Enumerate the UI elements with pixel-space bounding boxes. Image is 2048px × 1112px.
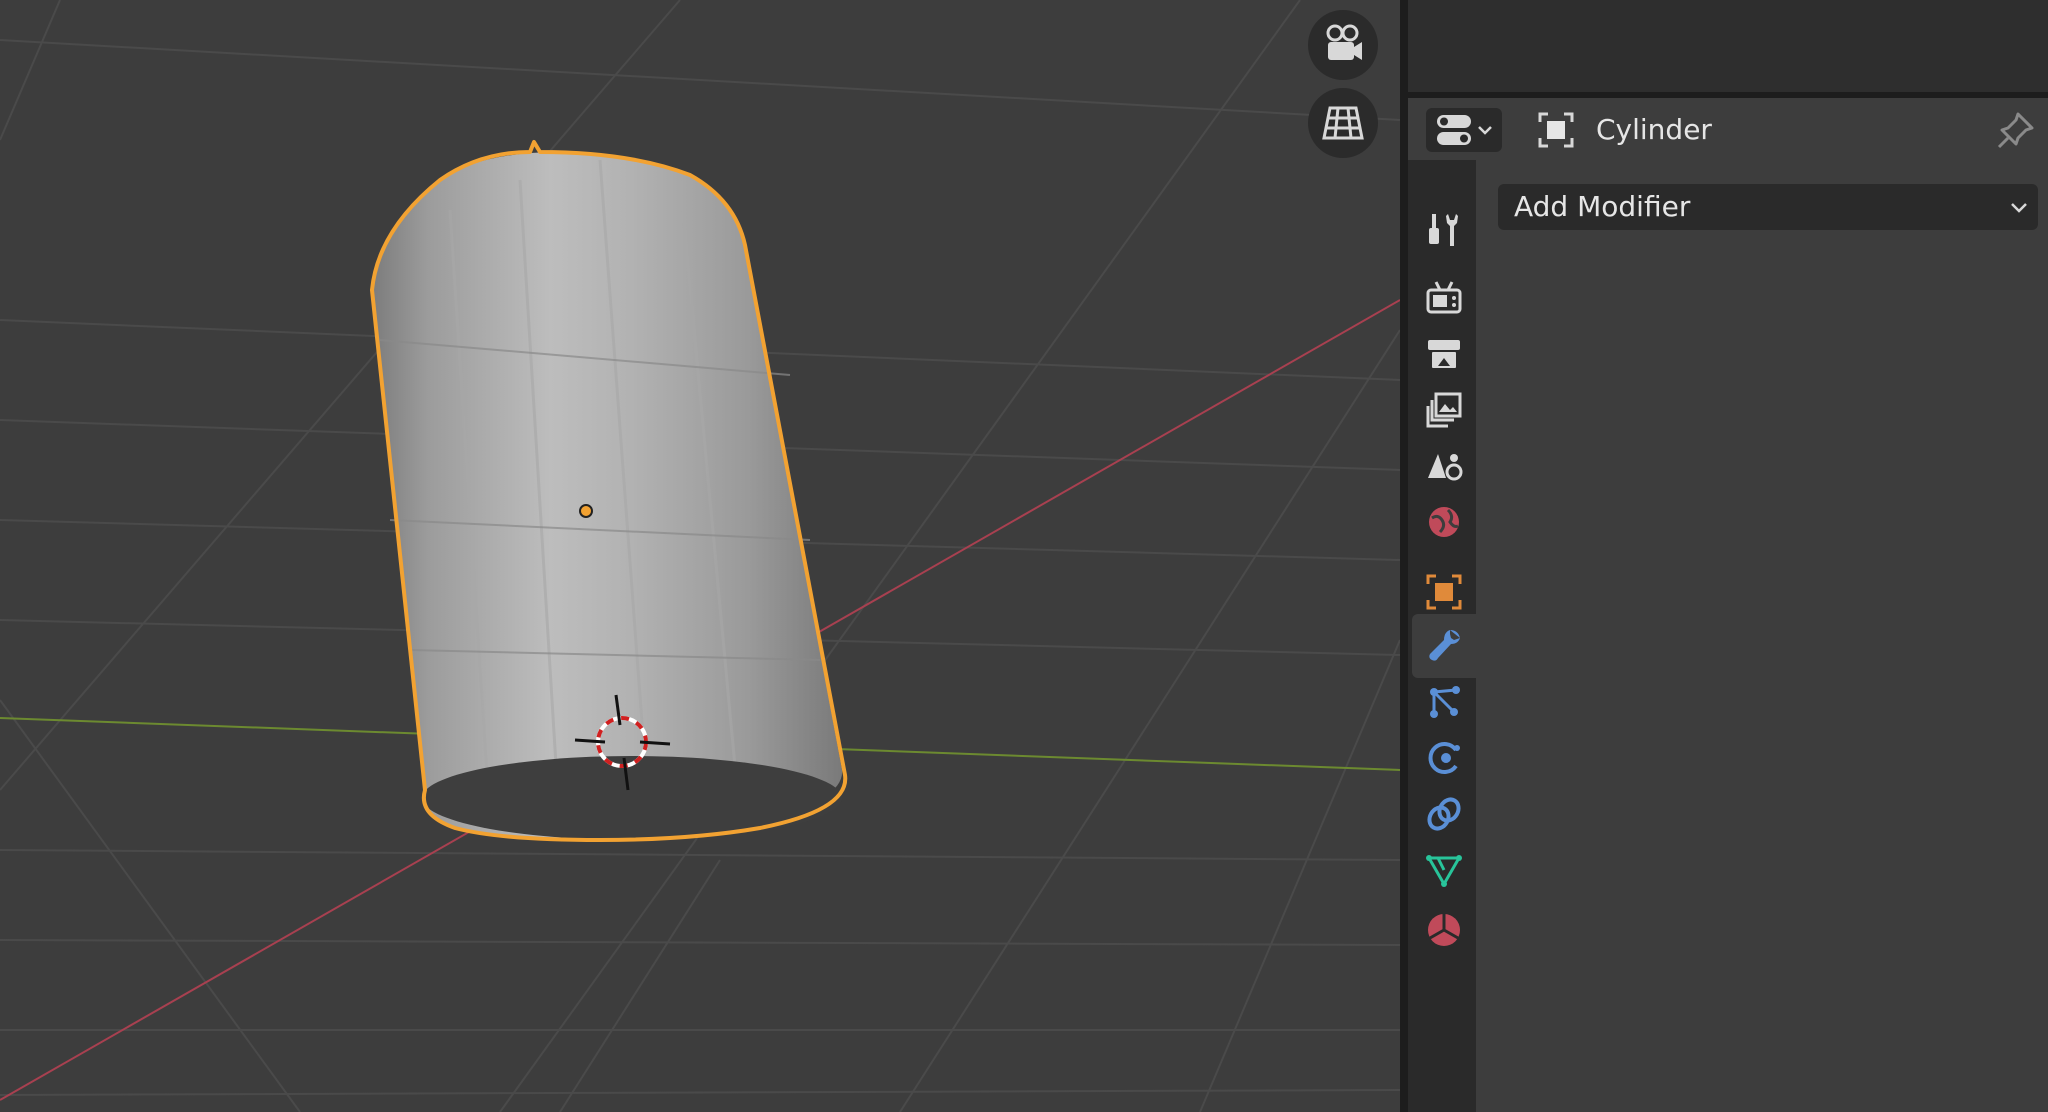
tab-material[interactable] xyxy=(1412,894,1476,958)
cylinder-object[interactable] xyxy=(370,140,848,842)
perspective-toggle-button[interactable] xyxy=(1308,88,1378,158)
chevron-down-icon xyxy=(2011,203,2027,213)
tab-render[interactable] xyxy=(1412,266,1476,330)
camera-view-button[interactable] xyxy=(1308,10,1378,80)
properties-header: Cylinder xyxy=(1408,98,2048,160)
tab-view-layer[interactable] xyxy=(1412,378,1476,442)
tab-output[interactable] xyxy=(1412,322,1476,386)
object-icon xyxy=(1426,574,1462,610)
grid-icon xyxy=(1322,106,1364,140)
tool-icon xyxy=(1429,214,1458,246)
pin-icon[interactable] xyxy=(1996,110,2036,150)
material-icon xyxy=(1428,914,1460,946)
camera-icon xyxy=(1326,24,1362,60)
tab-world[interactable] xyxy=(1412,490,1476,554)
scene-icon xyxy=(1428,454,1463,481)
mesh-data-icon xyxy=(1426,855,1462,888)
object-name-label: Cylinder xyxy=(1596,113,1712,146)
tab-mesh-data[interactable] xyxy=(1412,838,1476,902)
tab-tool[interactable] xyxy=(1412,198,1476,262)
world-icon xyxy=(1429,507,1459,537)
tab-particles[interactable] xyxy=(1412,670,1476,734)
properties-tabs xyxy=(1408,160,1476,1112)
3d-viewport[interactable] xyxy=(0,0,1400,1112)
tab-scene[interactable] xyxy=(1412,434,1476,498)
output-icon xyxy=(1428,340,1460,368)
tab-constraints[interactable] xyxy=(1412,782,1476,846)
object-data-icon xyxy=(1538,112,1574,148)
viewport-scene[interactable] xyxy=(0,0,1400,1112)
chevron-down-icon xyxy=(1478,126,1492,135)
render-icon xyxy=(1426,281,1462,314)
properties-editor: Cylinder Add Modifier xyxy=(1408,98,2048,1112)
area-divider[interactable] xyxy=(1400,0,1408,1112)
tab-modifiers[interactable] xyxy=(1412,614,1476,678)
constraints-icon xyxy=(1427,797,1461,831)
outliner-area xyxy=(1408,0,2048,96)
view-layer-icon xyxy=(1426,392,1462,428)
add-modifier-label: Add Modifier xyxy=(1514,190,1691,223)
object-origin-dot xyxy=(579,504,593,518)
physics-icon xyxy=(1428,742,1460,774)
wrench-icon xyxy=(1429,630,1460,661)
particles-icon xyxy=(1430,686,1460,718)
editor-type-button[interactable] xyxy=(1426,108,1502,152)
tab-physics[interactable] xyxy=(1412,726,1476,790)
properties-editor-icon xyxy=(1437,115,1471,145)
add-modifier-dropdown[interactable]: Add Modifier xyxy=(1498,184,2038,230)
